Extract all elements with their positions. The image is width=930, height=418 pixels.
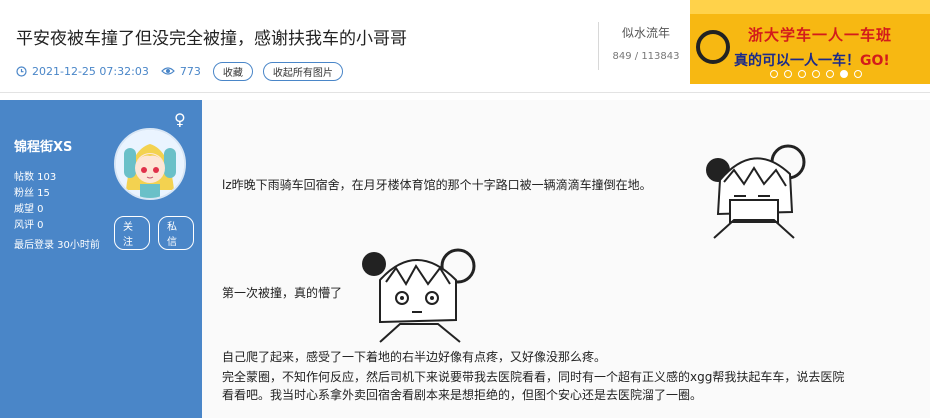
thread-title: 平安夜被车撞了但没完全被撞，感谢扶我车的小哥哥 — [16, 29, 407, 49]
user-actions: 关注 私信 — [114, 216, 202, 250]
pager-dot[interactable] — [770, 70, 778, 78]
post-body: lz昨晚下雨骑车回宿舍，在月牙楼体育馆的那个十字路口被一辆滴滴车撞倒在地。 第一… — [202, 100, 930, 418]
pager-dot-active[interactable] — [840, 70, 848, 78]
steering-wheel-icon — [696, 30, 730, 64]
paragraph-4: 完全蒙圈，不知作何反应，然后司机下来说要带我去医院看看，同时有一个超有正义感的x… — [222, 370, 845, 384]
banner-pager[interactable] — [770, 70, 868, 78]
banner-stripe — [690, 0, 930, 14]
forum-name[interactable]: 似水流年 — [606, 24, 686, 41]
favorite-button[interactable]: 收藏 — [212, 61, 253, 81]
pager-dot[interactable] — [784, 70, 792, 78]
pager-dot[interactable] — [854, 70, 862, 78]
banner-headline: 浙大学车一人一车班 — [748, 26, 893, 44]
stat-fans: 粉丝 15 — [14, 188, 50, 199]
paragraph-5: 看看吧。我当时心系拿外卖回宿舍看剧本来是想拒绝的，但图个安心还是去医院溜了一圈。 — [222, 388, 703, 402]
pager-dot[interactable] — [826, 70, 834, 78]
message-button[interactable]: 私信 — [158, 216, 194, 250]
dazed-girl-sticker — [362, 248, 476, 343]
views-value: 773 — [179, 64, 201, 78]
clock-icon — [16, 65, 27, 77]
female-icon: ♀ — [174, 110, 186, 129]
collapse-images-button[interactable]: 收起所有图片 — [262, 61, 343, 81]
banner-go: GO! — [860, 53, 890, 69]
banner-subline: 真的可以一人一车！GO! — [734, 53, 890, 69]
view-count: 773 — [160, 64, 201, 78]
thread-meta: 2021-12-25 07:32:03 773 收藏 收起所有图片 — [16, 61, 353, 81]
follow-button[interactable]: 关注 — [114, 216, 150, 250]
post-time: 2021-12-25 07:32:03 — [16, 65, 149, 78]
forum-counts: 849 / 113843 — [612, 51, 680, 62]
crying-girl-sticker — [706, 144, 806, 239]
avatar[interactable] — [114, 128, 186, 200]
header-divider — [598, 22, 599, 70]
post-datetime: 2021-12-25 07:32:03 — [32, 64, 149, 78]
last-login: 最后登录 30小时前 — [14, 240, 100, 251]
user-card: ♀ 锦程街XS 帖数 103 粉丝 15 威望 0 风评 0 关注 私信 最后登… — [0, 100, 202, 418]
paragraph-3: 自己爬了起来，感受了一下着地的右半边好像有点疼，又好像没那么疼。 — [222, 350, 607, 364]
eye-icon — [160, 67, 175, 75]
stat-reputation: 风评 0 — [14, 220, 44, 231]
stat-posts: 帖数 103 — [14, 172, 57, 183]
username[interactable]: 锦程街XS — [14, 136, 72, 155]
thread-header: 平安夜被车撞了但没完全被撞，感谢扶我车的小哥哥 2021-12-25 07:32… — [0, 0, 930, 93]
paragraph-1: lz昨晚下雨骑车回宿舍，在月牙楼体育馆的那个十字路口被一辆滴滴车撞倒在地。 — [222, 178, 652, 192]
stat-prestige: 威望 0 — [14, 204, 44, 215]
paragraph-2: 第一次被撞，真的懵了 — [222, 286, 343, 300]
ad-banner[interactable]: 浙大学车一人一车班 真的可以一人一车！GO! — [690, 0, 930, 84]
forum-info[interactable]: 似水流年 849 / 113843 — [606, 24, 686, 62]
pager-dot[interactable] — [798, 70, 806, 78]
pager-dot[interactable] — [812, 70, 820, 78]
user-stats: 帖数 103 粉丝 15 威望 0 风评 0 — [14, 170, 56, 234]
